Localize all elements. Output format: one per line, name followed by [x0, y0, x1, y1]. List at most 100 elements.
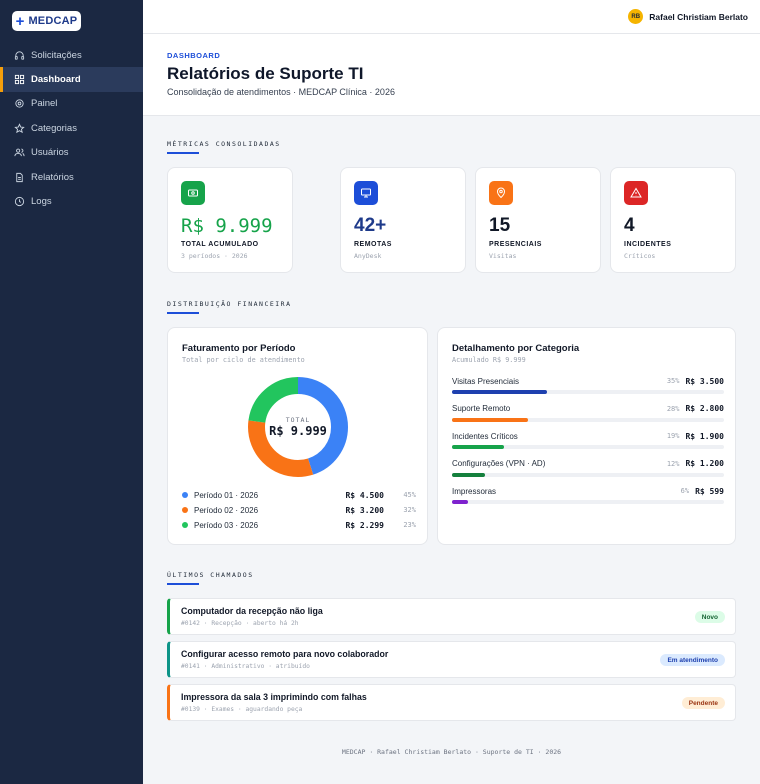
metric-card-presenciais: 15 PRESENCIAIS Visitas — [475, 167, 601, 273]
ticket-title: Computador da recepção não liga — [181, 606, 323, 616]
status-badge: Novo — [694, 611, 725, 623]
category-value: R$ 1.900 — [685, 431, 724, 441]
grid-icon — [14, 74, 25, 85]
metric-card-total: R$ 9.999 TOTAL ACUMULADO 3 períodos · 20… — [167, 167, 293, 273]
headset-icon — [14, 51, 25, 60]
legend-percent: 23% — [403, 521, 416, 529]
category-percent: 6% — [680, 487, 690, 495]
legend-value: R$ 4.500 — [345, 490, 384, 500]
brand-logo[interactable]: + MEDCAP — [12, 11, 81, 31]
metric-label: INCIDENTES — [624, 241, 672, 248]
star-icon — [14, 123, 25, 133]
category-value: R$ 1.200 — [685, 459, 724, 468]
page-title: Relatórios de Suporte TI — [167, 64, 364, 83]
bar-track — [452, 472, 724, 477]
metric-subtext: AnyDesk — [354, 252, 382, 260]
bar-fill — [452, 500, 469, 504]
page-header: DASHBOARD Relatórios de Suporte TI Conso… — [143, 34, 760, 116]
metric-value: 42+ — [354, 215, 387, 236]
donut-center-label: TOTAL — [285, 416, 311, 424]
user-menu[interactable]: RB Rafael Christiam Berlato — [628, 9, 748, 24]
legend-value: R$ 3.200 — [345, 505, 384, 515]
metric-label: TOTAL ACUMULADO — [181, 241, 259, 248]
breakdown-title: Detalhamento por Categoria — [452, 343, 580, 354]
medical-cross-icon: + — [15, 12, 25, 30]
brand-name: MEDCAP — [28, 15, 78, 27]
monitor-icon — [354, 181, 378, 205]
ticket-row[interactable]: Configurar acesso remoto para novo colab… — [167, 641, 736, 678]
metric-card-incidentes: 4 INCIDENTES Críticos — [610, 167, 736, 273]
warning-icon — [624, 181, 648, 205]
breakdown-subtitle: Acumulado R$ 9.999 — [452, 356, 526, 364]
bar-track — [452, 445, 724, 449]
legend-percent: 45% — [403, 491, 416, 499]
ticket-meta: #0142 · Recepção · aberto há 2h — [181, 620, 299, 627]
ticket-row[interactable]: Impressora da sala 3 imprimindo com falh… — [167, 684, 736, 721]
legend-item: Período 02 · 2026 R$ 3.200 32% — [182, 504, 416, 516]
gear-icon — [15, 99, 24, 109]
status-badge: Pendente — [681, 697, 725, 709]
ticket-meta: #0139 · Exames · aguardando peça — [181, 706, 303, 713]
ticket-row[interactable]: Computador da recepção não liga #0142 · … — [167, 598, 736, 635]
top-bar: RB Rafael Christiam Berlato — [143, 0, 760, 34]
sidebar-item-usuarios[interactable]: Usuários — [0, 141, 143, 165]
metric-label: REMOTAS — [354, 241, 392, 248]
status-badge: Em atendimento — [660, 654, 725, 666]
category-label: Configurações (VPN · AD) — [452, 459, 546, 468]
donut-center: TOTAL R$ 9.999 — [247, 376, 349, 478]
category-percent: 19% — [666, 432, 680, 440]
category-label: Visitas Presenciais — [452, 376, 519, 386]
clock-icon — [14, 196, 25, 207]
bar-fill — [452, 390, 548, 394]
metric-label: PRESENCIAIS — [489, 241, 542, 248]
sidebar-item-dashboard[interactable]: Dashboard — [0, 67, 143, 92]
metric-value: 4 — [624, 215, 635, 236]
bar-fill — [452, 472, 485, 477]
legend-label: Período 02 · 2026 — [194, 505, 259, 515]
section-underline — [167, 152, 199, 154]
avatar: RB — [628, 9, 644, 24]
sidebar-item-label: Solicitações — [31, 49, 82, 61]
legend-item: Período 03 · 2026 R$ 2.299 23% — [182, 519, 416, 531]
bar-track — [452, 500, 724, 504]
category-value: R$ 2.800 — [685, 404, 724, 413]
category-label: Suporte Remoto — [452, 404, 511, 413]
sidebar-item-label: Usuários — [31, 147, 69, 159]
sidebar-item-painel[interactable]: Painel — [0, 92, 143, 116]
legend-dot — [182, 492, 188, 498]
category-bar-row: Incidentes Críticos 19% R$ 1.900 — [452, 430, 724, 449]
revenue-title: Faturamento por Período — [182, 343, 296, 354]
legend-percent: 32% — [403, 506, 416, 514]
section-underline — [167, 312, 199, 314]
metric-subtext: Críticos — [624, 252, 656, 260]
legend-dot — [182, 507, 188, 513]
sidebar-item-solicitacoes[interactable]: Solicitações — [0, 43, 143, 67]
category-percent: 35% — [666, 377, 680, 385]
sidebar-item-categorias[interactable]: Categorias — [0, 116, 143, 140]
ticket-meta: #0141 · Administrativo · atribuído — [181, 663, 310, 670]
category-percent: 12% — [666, 459, 680, 468]
section-label-metrics: MÉTRICAS CONSOLIDADAS — [167, 140, 281, 148]
metric-value: R$ 9.999 — [181, 215, 273, 237]
metric-subtext: Visitas — [489, 252, 517, 260]
breakdown-card: Detalhamento por Categoria Acumulado R$ … — [437, 327, 736, 545]
section-label-tickets: ÚLTIMOS CHAMADOS — [167, 571, 254, 579]
page-subtitle: Consolidação de atendimentos · MEDCAP Cl… — [167, 87, 395, 97]
metric-subtext: 3 períodos · 2026 — [181, 252, 248, 260]
legend-value: R$ 2.299 — [345, 520, 384, 530]
bar-fill — [452, 445, 504, 449]
sidebar-nav: Solicitações Dashboard Painel Categorias… — [0, 43, 143, 214]
sidebar-item-label: Logs — [31, 196, 52, 208]
sidebar-item-label: Dashboard — [31, 74, 81, 86]
sidebar-item-label: Painel — [31, 98, 58, 110]
legend-label: Período 01 · 2026 — [194, 490, 259, 500]
sidebar-item-logs[interactable]: Logs — [0, 189, 143, 213]
category-bar-row: Configurações (VPN · AD) 12% R$ 1.200 — [452, 458, 724, 477]
category-percent: 28% — [666, 404, 680, 413]
legend-dot — [182, 522, 188, 528]
sidebar-item-relatorios[interactable]: Relatórios — [0, 165, 143, 189]
sidebar-item-label: Relatórios — [31, 171, 74, 183]
category-bar-row: Impressoras 6% R$ 599 — [452, 485, 724, 504]
category-value: R$ 599 — [695, 486, 724, 496]
location-pin-icon — [489, 181, 513, 205]
